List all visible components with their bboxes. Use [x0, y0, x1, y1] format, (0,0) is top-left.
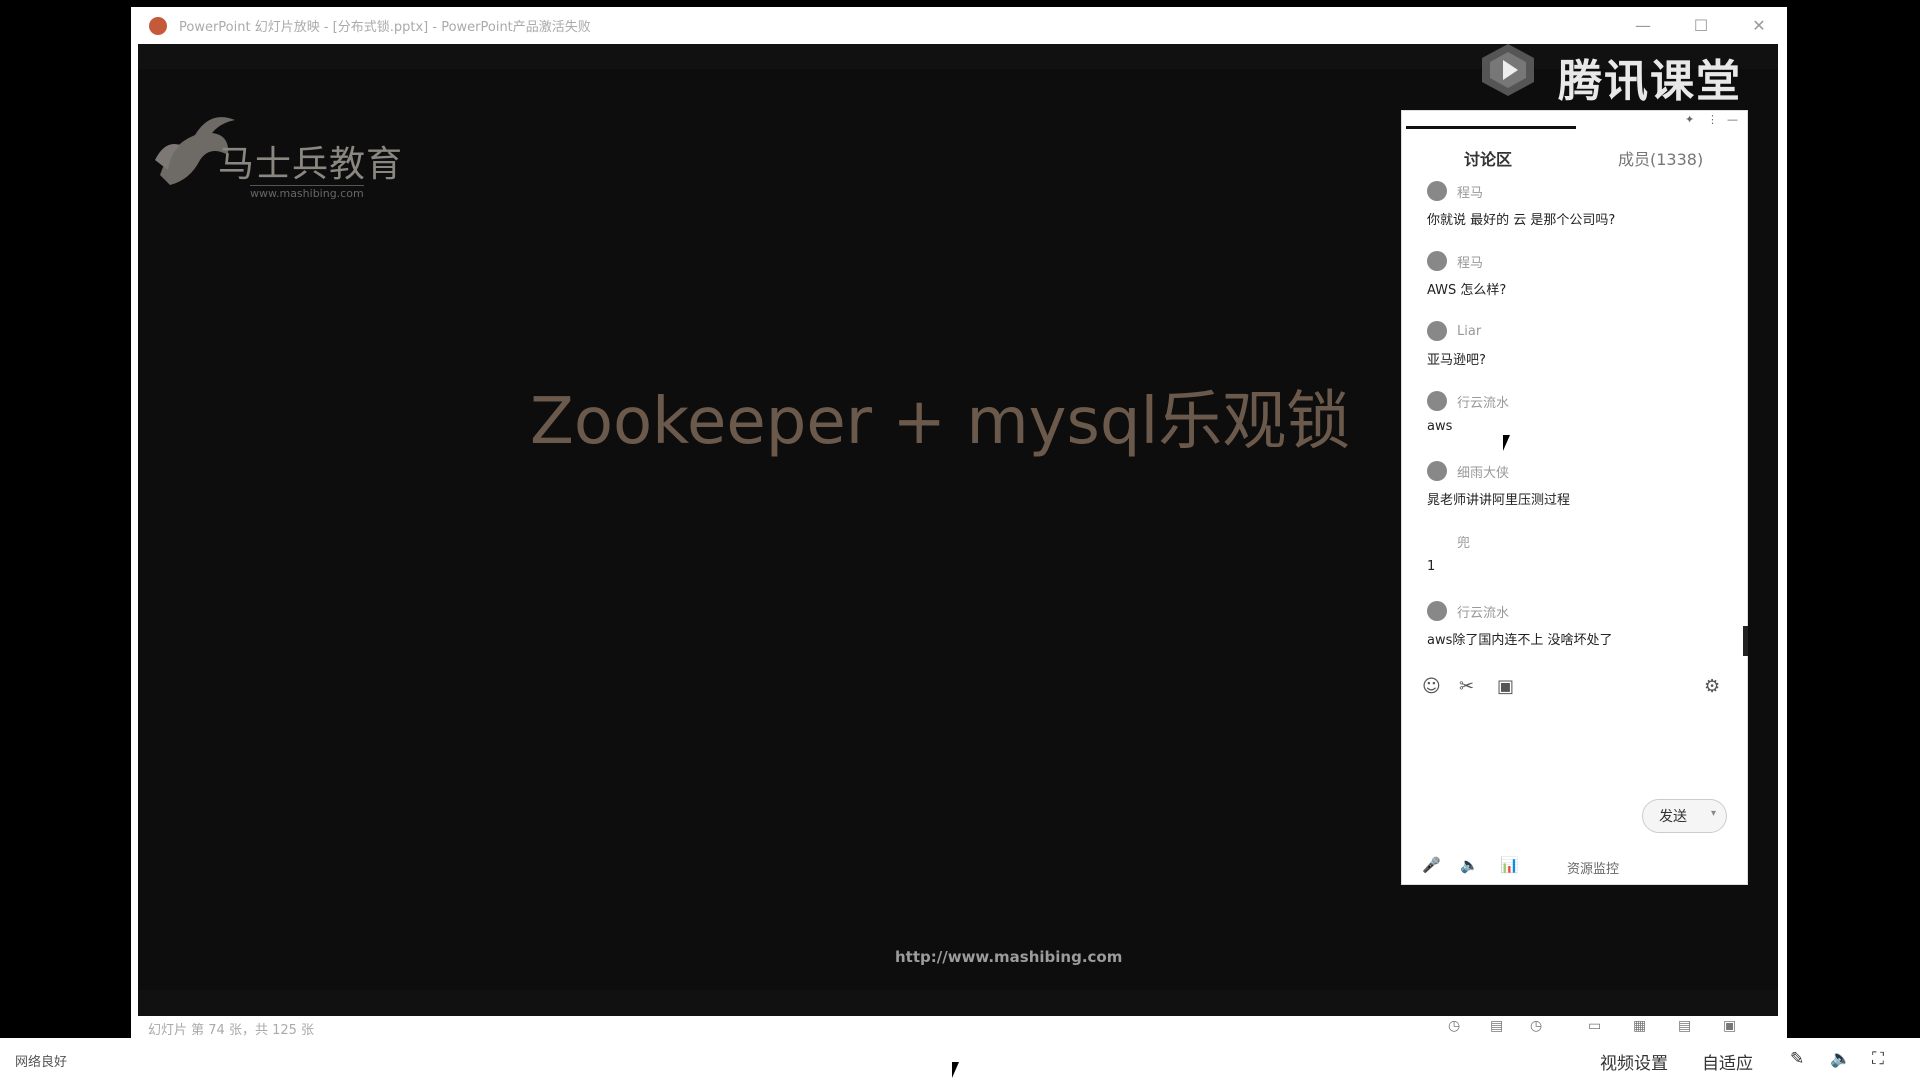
adaptive-button[interactable]: 自适应: [1702, 1049, 1753, 1074]
avatar: [1427, 391, 1447, 411]
avatar: [1427, 181, 1447, 201]
slideshow-icon[interactable]: ▣: [1723, 1018, 1736, 1034]
message-nick: 行云流水: [1457, 605, 1510, 621]
image-icon[interactable]: ▣: [1497, 676, 1514, 697]
chart-icon[interactable]: 📊: [1500, 856, 1519, 874]
avatar: [1427, 461, 1447, 481]
message-text: aws除了国内连不上 没啥坏处了: [1427, 633, 1613, 648]
mouse-cursor: [952, 1062, 966, 1078]
tencent-classroom-logo: 腾讯课堂: [1478, 40, 1748, 107]
message-text: AWS 怎么样?: [1427, 283, 1507, 298]
chat-message: Liar 亚马逊吧?: [1427, 321, 1486, 368]
avatar: [1427, 321, 1447, 341]
message-nick: 程马: [1457, 255, 1484, 271]
window-title: PowerPoint 幻灯片放映 - [分布式锁.pptx] - PowerPo…: [179, 20, 591, 35]
powerpoint-app-icon: [149, 16, 167, 35]
send-button[interactable]: 发送 ▾: [1642, 799, 1727, 833]
chat-settings-icon[interactable]: ⚙: [1704, 676, 1720, 697]
mic-icon[interactable]: 🎤: [1422, 856, 1441, 874]
mouse-cursor: [1503, 435, 1517, 451]
tencent-classroom-label: 腾讯课堂: [1558, 56, 1742, 107]
avatar: [1427, 601, 1447, 621]
avatar: [1427, 251, 1447, 271]
send-label: 发送: [1659, 809, 1687, 825]
tab-discussion[interactable]: 讨论区: [1464, 146, 1512, 170]
chat-minimize-icon[interactable]: —: [1727, 113, 1738, 126]
message-text: 晁老师讲讲阿里压测过程: [1427, 493, 1571, 508]
chat-message: 兜 1: [1427, 531, 1471, 575]
video-settings-button[interactable]: 视频设置: [1600, 1049, 1668, 1074]
message-text: aws: [1427, 419, 1453, 434]
status-icon[interactable]: ▤: [1490, 1018, 1503, 1034]
chat-scrollbar[interactable]: [1743, 626, 1748, 656]
fullscreen-icon[interactable]: ⛶: [1872, 1049, 1884, 1069]
ppt-status-bar: 幻灯片 第 74 张，共 125 张 ◷ ▤ ◷ ▭ ▦ ▤ ▣: [138, 1016, 1778, 1038]
message-nick: 行云流水: [1457, 395, 1510, 411]
minimize-button[interactable]: —: [1618, 7, 1668, 44]
window-titlebar: PowerPoint 幻灯片放映 - [分布式锁.pptx] - PowerPo…: [131, 7, 1787, 44]
message-text: 1: [1427, 559, 1436, 574]
chevron-down-icon[interactable]: ▾: [1711, 808, 1716, 819]
network-status: 网络良好: [15, 1055, 68, 1070]
emoji-icon[interactable]: ☺: [1422, 676, 1441, 697]
normal-view-icon[interactable]: ▭: [1588, 1018, 1601, 1034]
chat-tabs: 讨论区 成员(1338): [1402, 146, 1747, 176]
more-icon[interactable]: ⋮: [1707, 113, 1718, 126]
speaker-icon[interactable]: 🔈: [1460, 856, 1479, 874]
chat-panel: ✦ ⋮ — 讨论区 成员(1338) 程马 你就说 最好的 云 是那个公司吗? …: [1401, 110, 1748, 885]
status-icon[interactable]: ◷: [1448, 1018, 1460, 1034]
message-nick: 兜: [1457, 535, 1471, 551]
close-button[interactable]: ✕: [1734, 7, 1784, 44]
pen-icon[interactable]: ✎: [1790, 1049, 1804, 1069]
chat-toolbar: ☺ ✂ ▣ ⚙: [1422, 676, 1732, 706]
avatar: [1427, 531, 1447, 551]
chat-bottom-bar: 🎤 🔈 📊 资源监控: [1422, 856, 1742, 881]
mashibing-logo: 马士兵教育 www.mashibing.com: [150, 105, 430, 205]
chat-drag-bar[interactable]: [1406, 126, 1576, 129]
chat-message: 行云流水 aws除了国内连不上 没啥坏处了: [1427, 601, 1613, 648]
scissors-icon[interactable]: ✂: [1459, 676, 1474, 697]
message-nick: Liar: [1457, 323, 1482, 339]
maximize-button[interactable]: ☐: [1676, 7, 1726, 44]
message-nick: 程马: [1457, 185, 1484, 201]
slide-footer-url: http://www.mashibing.com: [895, 948, 1123, 966]
tencent-play-icon: [1482, 44, 1534, 96]
pin-icon[interactable]: ✦: [1685, 113, 1694, 126]
slide-counter: 幻灯片 第 74 张，共 125 张: [148, 1023, 315, 1038]
logo-url: www.mashibing.com: [250, 185, 364, 200]
status-icon[interactable]: ◷: [1530, 1018, 1542, 1034]
message-nick: 细雨大侠: [1457, 465, 1510, 481]
tab-members[interactable]: 成员(1338): [1618, 146, 1703, 170]
message-text: 亚马逊吧?: [1427, 353, 1486, 368]
chat-message: 细雨大侠 晁老师讲讲阿里压测过程: [1427, 461, 1570, 508]
message-text: 你就说 最好的 云 是那个公司吗?: [1427, 213, 1616, 228]
chat-message: 程马 你就说 最好的 云 是那个公司吗?: [1427, 181, 1615, 228]
reading-view-icon[interactable]: ▤: [1678, 1018, 1691, 1034]
slide-title: Zookeeper + mysql乐观锁: [530, 385, 1351, 459]
chat-message: 行云流水 aws: [1427, 391, 1509, 434]
logo-name: 马士兵教育: [218, 144, 404, 185]
volume-icon[interactable]: 🔈: [1830, 1049, 1851, 1069]
resource-monitor-link[interactable]: 资源监控: [1567, 858, 1619, 877]
slide-sorter-icon[interactable]: ▦: [1633, 1018, 1646, 1034]
chat-message: 程马 AWS 怎么样?: [1427, 251, 1506, 298]
